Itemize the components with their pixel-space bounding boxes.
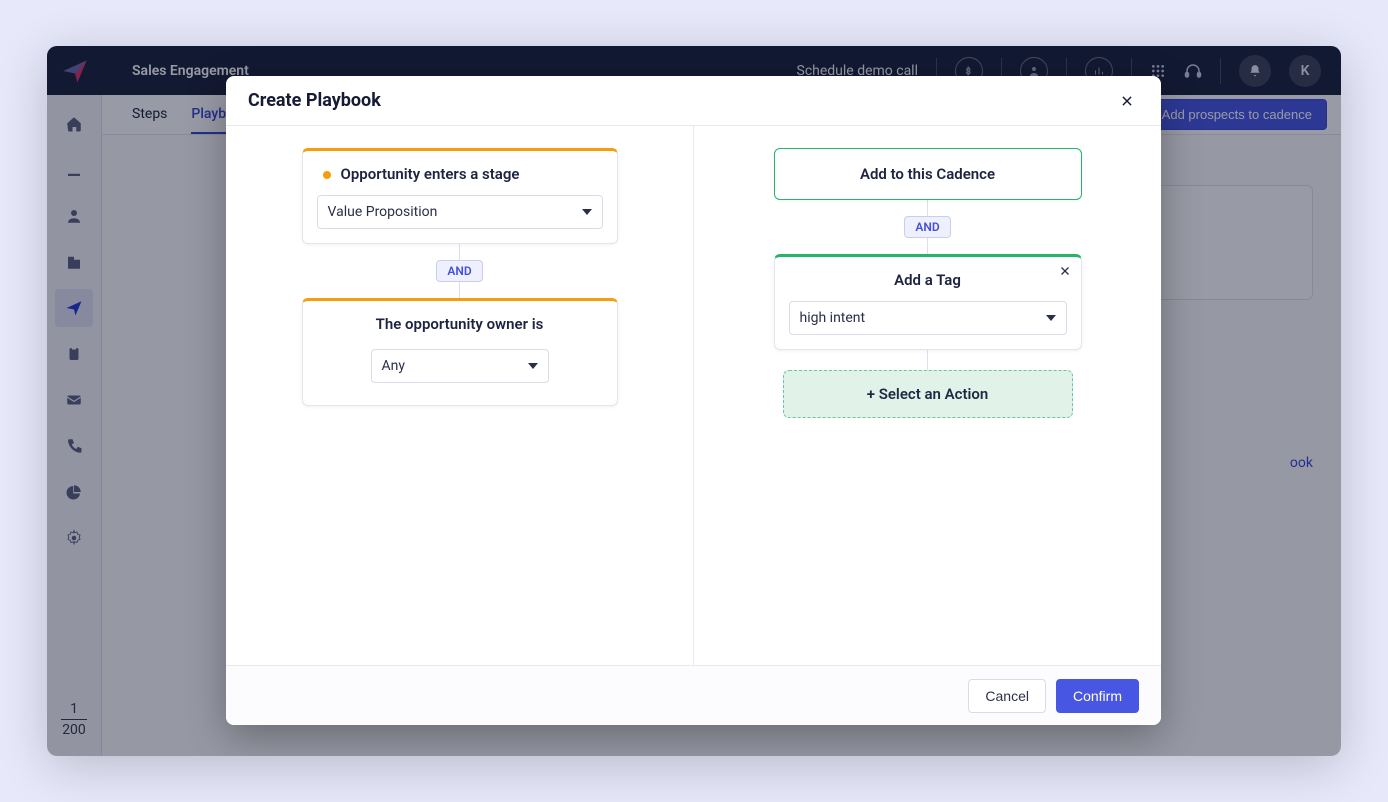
remove-tag-action-button[interactable] <box>1059 265 1071 277</box>
connector: AND <box>226 244 693 298</box>
chevron-down-icon <box>582 209 592 215</box>
tag-select[interactable]: high intent <box>789 301 1067 335</box>
select-action-label: + Select an Action <box>867 385 989 403</box>
create-playbook-modal: Create Playbook Opportunity enters a sta… <box>226 76 1161 725</box>
tag-select-value: high intent <box>800 310 866 326</box>
actions-column: Add to this Cadence AND Add a Tag high i… <box>694 126 1161 665</box>
and-badge: AND <box>436 260 482 282</box>
close-icon <box>1120 94 1134 108</box>
conditions-column: Opportunity enters a stage Value Proposi… <box>226 126 693 665</box>
close-icon <box>1059 265 1071 277</box>
modal-header: Create Playbook <box>226 76 1161 126</box>
modal-title: Create Playbook <box>248 90 381 111</box>
modal-body: Opportunity enters a stage Value Proposi… <box>226 126 1161 665</box>
app-window: Sales Engagement Schedule demo call $ <box>47 46 1341 756</box>
connector <box>694 350 1161 370</box>
cadence-card: Add to this Cadence <box>774 148 1082 200</box>
stage-select-value: Value Proposition <box>328 204 438 220</box>
modal-close-button[interactable] <box>1115 89 1139 113</box>
tag-title: Add a Tag <box>789 271 1067 289</box>
and-badge: AND <box>904 216 950 238</box>
modal-footer: Cancel Confirm <box>226 665 1161 725</box>
select-action-button[interactable]: + Select an Action <box>783 370 1073 418</box>
stage-select[interactable]: Value Proposition <box>317 195 603 229</box>
trigger-title: Opportunity enters a stage <box>317 165 603 183</box>
chevron-down-icon <box>1046 315 1056 321</box>
owner-card: The opportunity owner is Any <box>302 298 618 406</box>
owner-select[interactable]: Any <box>371 349 549 383</box>
connector: AND <box>694 200 1161 254</box>
cadence-title: Add to this Cadence <box>789 165 1067 183</box>
owner-title: The opportunity owner is <box>317 315 603 333</box>
confirm-button[interactable]: Confirm <box>1056 679 1139 713</box>
cancel-button[interactable]: Cancel <box>968 679 1046 713</box>
status-dot-icon <box>323 171 331 179</box>
owner-select-value: Any <box>382 358 406 374</box>
tag-card: Add a Tag high intent <box>774 254 1082 350</box>
trigger-card: Opportunity enters a stage Value Proposi… <box>302 148 618 244</box>
chevron-down-icon <box>528 363 538 369</box>
